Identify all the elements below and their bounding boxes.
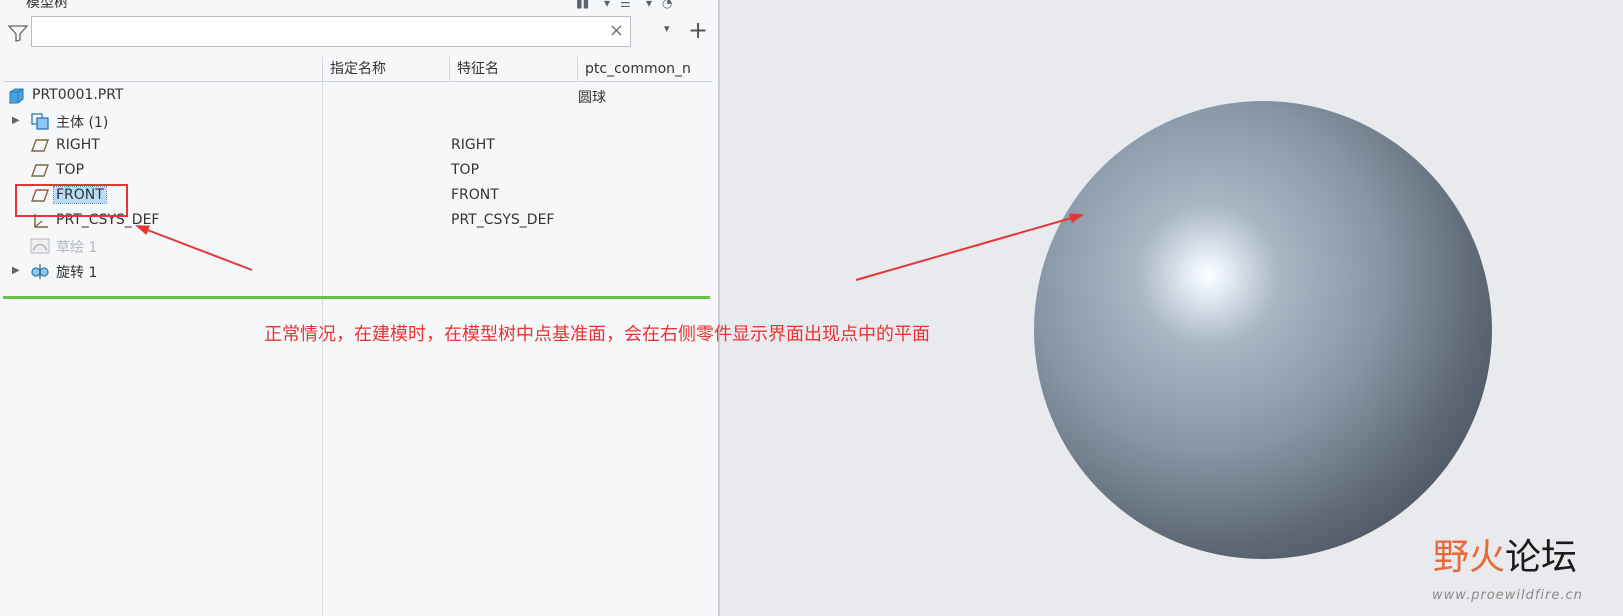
watermark-url: www.proewildfire.cn (1432, 588, 1583, 603)
watermark: 野火论坛 www.proewildfire.cn (1430, 528, 1610, 608)
watermark-logo: 野火论坛 (1433, 537, 1578, 578)
arrow-to-sphere (855, 213, 1084, 281)
annotation-text: 正常情况，在建模时，在模型树中点基准面，会在右侧零件显示界面出现点中的平面 (264, 324, 930, 345)
annotation-arrows (135, 213, 1084, 281)
arrow-to-tree-row (135, 225, 253, 271)
